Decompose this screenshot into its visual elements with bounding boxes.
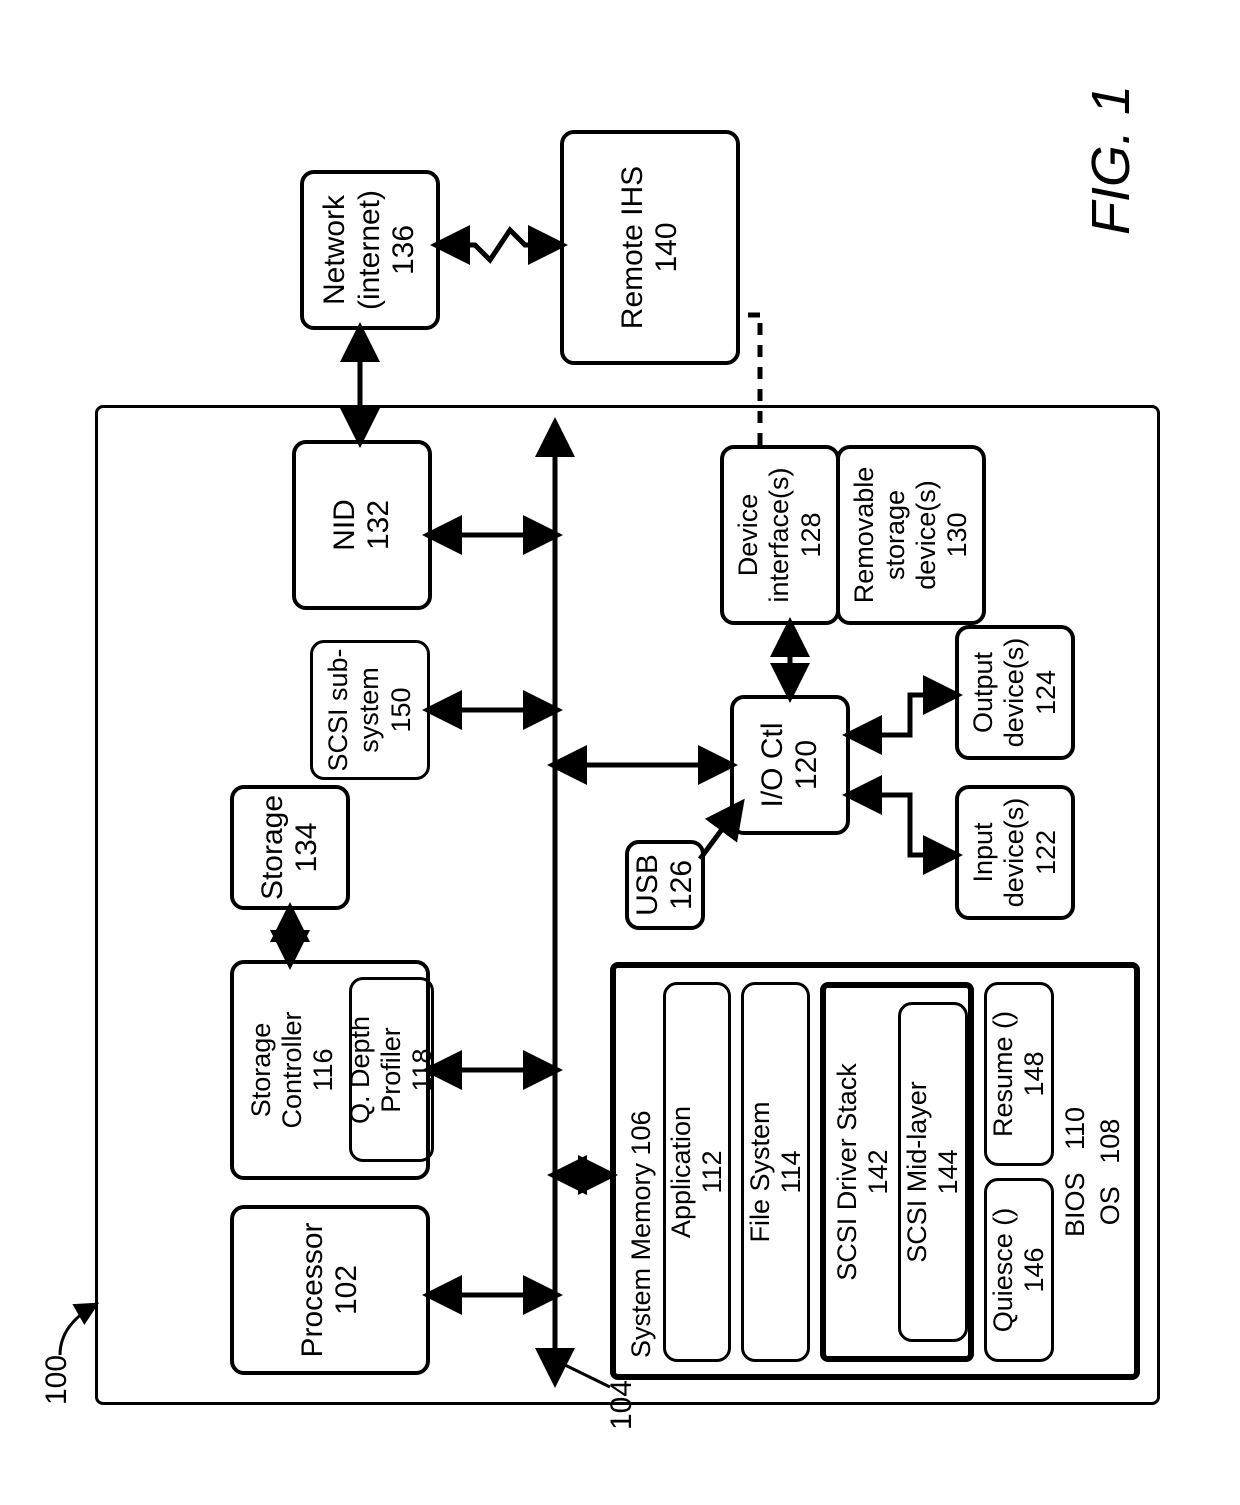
storage-controller-box: Storage Controller 116 Q. Depth Profiler… (230, 960, 430, 1180)
in-l2: device(s) (999, 798, 1030, 908)
scsisub-l3: 150 (386, 687, 417, 732)
q-l2: 146 (1019, 1247, 1050, 1292)
r-l1: Resume () (988, 1011, 1019, 1137)
out-l2: device(s) (999, 638, 1030, 748)
rs-l3: device(s) (911, 480, 942, 590)
rs-l1: Removable (849, 467, 880, 604)
processor-l2: 102 (330, 1265, 365, 1315)
in-l3: 122 (1031, 830, 1062, 875)
app-l2: 112 (697, 1150, 728, 1193)
quiesce-box: Quiesce () 146 (984, 1178, 1054, 1362)
file-system-box: File System 114 (741, 982, 809, 1362)
sc-l2: 116 (308, 1048, 339, 1091)
di-l1: Device (733, 494, 764, 577)
scsi-subsystem-box: SCSI sub- system 150 (310, 640, 430, 780)
ref-104: 104 (605, 1380, 639, 1430)
ioc-l1: I/O Ctl (756, 723, 791, 808)
storage-l1: Storage (256, 795, 291, 900)
processor-l1: Processor (296, 1222, 331, 1357)
sml-l2: 144 (933, 1149, 964, 1194)
sds-l2: 142 (863, 1149, 894, 1194)
device-interfaces-box: Device interface(s) 128 (720, 445, 840, 625)
fs-l2: 114 (776, 1150, 807, 1193)
storage-box: Storage 134 (230, 785, 350, 910)
os-l2: 108 (1095, 1119, 1125, 1164)
ref-104-text: 104 (605, 1380, 638, 1430)
sc-l1: Storage Controller (246, 964, 308, 1176)
r-l2: 148 (1019, 1051, 1050, 1096)
ref-100-text: 100 (40, 1355, 73, 1405)
q-depth-profiler-box: Q. Depth Profiler 118 (349, 978, 434, 1163)
figure-label: FIG. 1 (1080, 85, 1142, 235)
output-devices-box: Output device(s) 124 (955, 625, 1075, 760)
sml-l1: SCSI Mid-layer (902, 1081, 933, 1263)
remote-l1: Remote IHS (616, 166, 651, 329)
q-l1: Quiesce () (988, 1208, 1019, 1333)
rs-l2: storage (880, 490, 911, 580)
scsi-driver-stack-box: SCSI Driver Stack 142 SCSI Mid-layer 144 (820, 982, 974, 1362)
usb-box: USB 126 (625, 840, 705, 930)
os-l1: OS (1095, 1186, 1125, 1225)
sds-l1: SCSI Driver Stack (832, 1063, 863, 1281)
system-memory-box: System Memory 106 Application 112 File S… (610, 962, 1140, 1380)
net-l2: (internet) (353, 190, 388, 310)
usb-l1: USB (631, 854, 666, 916)
processor-box: Processor 102 (230, 1205, 430, 1375)
ioc-l2: 120 (790, 740, 825, 790)
di-l3: 128 (796, 512, 827, 557)
nid-l1: NID (328, 499, 363, 551)
qdp-l2: 118 (407, 1048, 438, 1091)
app-l1: Application (666, 1106, 697, 1238)
sysmem-l1: System Memory 106 (626, 1110, 657, 1358)
bios-l2: 110 (1060, 1107, 1090, 1150)
scsisub-l1: SCSI sub- (323, 648, 354, 771)
io-ctl-box: I/O Ctl 120 (730, 695, 850, 835)
nid-l2: 132 (362, 500, 397, 550)
resume-box: Resume () 148 (984, 982, 1054, 1166)
scsisub-l2: system (354, 667, 385, 753)
removable-storage-box: Removable storage device(s) 130 (836, 445, 986, 625)
network-box: Network (internet) 136 (300, 170, 440, 330)
nid-box: NID 132 (292, 440, 432, 610)
input-devices-box: Input device(s) 122 (955, 785, 1075, 920)
remote-l2: 140 (650, 222, 685, 272)
out-l3: 124 (1031, 670, 1062, 715)
storage-l2: 134 (290, 822, 325, 872)
rs-l4: 130 (942, 512, 973, 557)
di-l2: interface(s) (764, 467, 795, 602)
bios-l1: BIOS (1060, 1173, 1090, 1238)
qdp-l1: Q. Depth Profiler (345, 981, 407, 1160)
in-l1: Input (968, 822, 999, 882)
ref-100: 100 (40, 1355, 74, 1405)
net-l3: 136 (387, 225, 422, 275)
fs-l1: File System (745, 1101, 776, 1242)
usb-l2: 126 (665, 860, 700, 910)
application-box: Application 112 (663, 982, 731, 1362)
scsi-mid-layer-box: SCSI Mid-layer 144 (898, 1002, 968, 1342)
net-l1: Network (318, 195, 353, 305)
remote-ihs-box: Remote IHS 140 (560, 130, 740, 365)
out-l1: Output (968, 652, 999, 733)
